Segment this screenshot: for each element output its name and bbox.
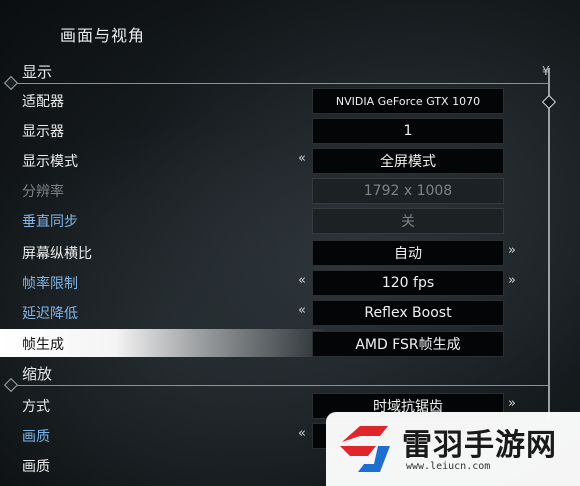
setting-label: 显示器: [22, 124, 64, 140]
arrow-left-icon[interactable]: «: [298, 151, 306, 166]
frame-generation-value[interactable]: AMD FSR帧生成: [312, 331, 504, 357]
scroll-top-icon: ¥: [542, 64, 550, 78]
arrow-right-icon[interactable]: »: [508, 243, 516, 258]
watermark: 雷羽手游网 www.leiucn.com: [326, 412, 580, 486]
arrow-left-icon[interactable]: «: [298, 426, 306, 441]
setting-row-resolution: 分辨率 1792 x 1008: [0, 175, 548, 205]
frame-limit-value[interactable]: 120 fps: [312, 270, 504, 296]
setting-label: 分辨率: [22, 184, 64, 200]
aspect-ratio-value[interactable]: 自动: [312, 240, 504, 266]
setting-row-aspect-ratio[interactable]: 屏幕纵横比 自动 »: [0, 237, 548, 267]
scrollbar-track[interactable]: [548, 68, 550, 418]
setting-label: 帧率限制: [22, 276, 78, 292]
monitor-value[interactable]: 1: [312, 118, 504, 144]
display-mode-value[interactable]: 全屏模式: [312, 148, 504, 174]
setting-label: 画质: [22, 459, 50, 475]
setting-row-vsync: 垂直同步 关: [0, 205, 548, 235]
setting-row-monitor[interactable]: 显示器 1: [0, 115, 548, 145]
divider: [10, 83, 548, 84]
section-header-display: 显示: [0, 58, 548, 91]
setting-label: 帧生成: [22, 337, 64, 353]
arrow-left-icon[interactable]: «: [298, 303, 306, 318]
latency-value[interactable]: Reflex Boost: [312, 300, 504, 326]
resolution-value: 1792 x 1008: [312, 178, 504, 204]
setting-label: 垂直同步: [22, 214, 78, 230]
section-header-scaling: 缩放: [0, 360, 548, 393]
setting-row-adapter[interactable]: 适配器 NVIDIA GeForce GTX 1070: [0, 85, 548, 115]
watermark-url: www.leiucn.com: [406, 461, 491, 472]
setting-row-display-mode[interactable]: 显示模式 « 全屏模式: [0, 145, 548, 175]
setting-label: 延迟降低: [22, 306, 78, 322]
adapter-value[interactable]: NVIDIA GeForce GTX 1070: [312, 88, 504, 114]
arrow-right-icon[interactable]: »: [508, 273, 516, 288]
arrow-right-icon[interactable]: »: [508, 396, 516, 411]
section-label: 显示: [22, 63, 53, 81]
page-title: 画面与视角: [60, 26, 146, 45]
leiyu-logo-icon: [340, 426, 390, 472]
setting-row-frame-generation[interactable]: 帧生成 « AMD FSR帧生成: [0, 328, 548, 358]
arrow-left-icon[interactable]: «: [298, 334, 306, 349]
divider: [10, 385, 548, 386]
arrow-left-icon[interactable]: «: [298, 273, 306, 288]
setting-row-frame-limit[interactable]: 帧率限制 « 120 fps »: [0, 267, 548, 297]
setting-label: 屏幕纵横比: [22, 246, 92, 262]
setting-label: 方式: [22, 399, 50, 415]
section-label: 缩放: [22, 365, 53, 383]
setting-label: 适配器: [22, 94, 64, 110]
setting-row-latency[interactable]: 延迟降低 « Reflex Boost: [0, 297, 548, 327]
setting-label: 显示模式: [22, 154, 78, 170]
vsync-value: 关: [312, 208, 504, 234]
watermark-name: 雷羽手游网: [402, 428, 557, 463]
setting-label: 画质: [22, 429, 50, 445]
